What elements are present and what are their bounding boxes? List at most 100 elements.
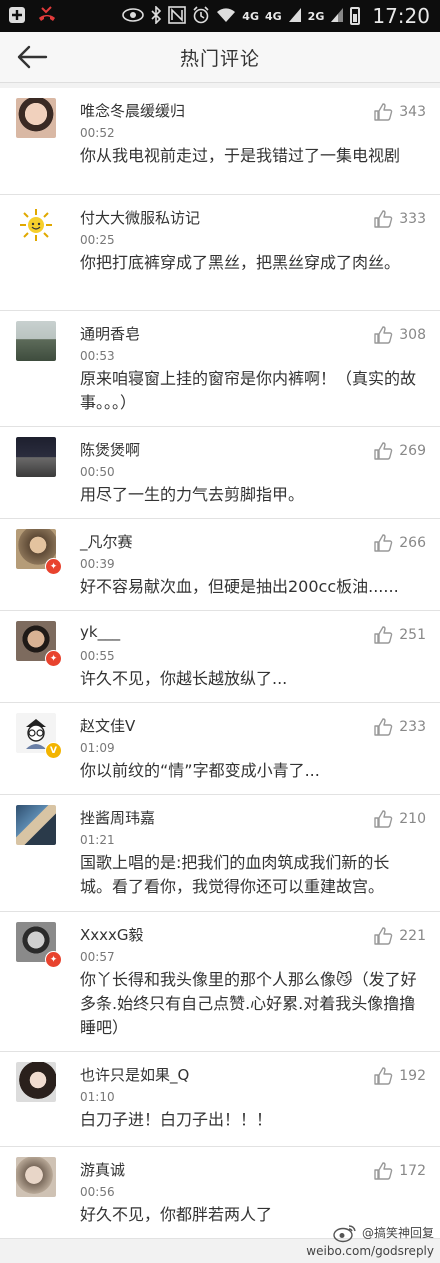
signal-2-icon: [330, 7, 344, 26]
comment-text: 白刀子进！白刀子出！！！: [80, 1110, 273, 1129]
avatar-image: [16, 321, 56, 361]
like-count: 308: [399, 327, 426, 343]
username[interactable]: 付大大微服私访记: [80, 207, 200, 228]
comment-time: 00:55: [80, 649, 115, 663]
thumbs-up-icon: [374, 810, 393, 828]
avatar[interactable]: [16, 205, 56, 245]
username[interactable]: 挫酱周玮嘉: [80, 807, 155, 828]
comment-time: 00:50: [80, 465, 115, 479]
like-button[interactable]: 343: [373, 102, 426, 122]
comment-text: 你从我电视前走过，于是我错过了一集电视剧: [80, 146, 401, 165]
like-button[interactable]: 172: [373, 1161, 426, 1181]
bluetooth-icon: [150, 4, 162, 27]
comment-item: 通明香皂 00:53 原来咱寝窗上挂的窗帘是你内裤啊！（真实的故事。。。） 30…: [0, 311, 440, 427]
like-count: 269: [399, 443, 426, 459]
avatar-image: [16, 805, 56, 845]
weibo-logo-icon: [333, 1225, 356, 1243]
thumbs-up-icon: [374, 442, 393, 460]
signal-icon: [288, 7, 302, 26]
avatar-image: [16, 437, 56, 477]
comment-time: 00:53: [80, 349, 115, 363]
comment-time: 01:09: [80, 741, 115, 755]
wifi-icon: [216, 7, 236, 26]
back-button[interactable]: [14, 40, 50, 74]
like-count: 251: [399, 627, 426, 643]
thumbs-up-icon: [374, 210, 393, 228]
username[interactable]: 游真诚: [80, 1159, 125, 1180]
network-type-1: 4G: [242, 9, 259, 23]
like-count: 192: [399, 1068, 426, 1084]
comment-time: 00:56: [80, 1185, 115, 1199]
thumbs-up-icon: [374, 1162, 393, 1180]
back-arrow-icon: [17, 45, 48, 69]
verified-badge: ✦: [45, 650, 62, 667]
avatar[interactable]: V: [16, 713, 62, 759]
eye-icon: [122, 7, 145, 25]
comment-item: 挫酱周玮嘉 01:21 国歌上唱的是:把我们的血肉筑成我们新的长城。看了看你，我…: [0, 795, 440, 912]
avatar[interactable]: [16, 1062, 56, 1102]
watermark: @搞笑神回复 weibo.com/godsreply: [306, 1223, 434, 1259]
nfc-icon: [168, 5, 187, 27]
like-count: 333: [399, 211, 426, 227]
comment-time: 01:21: [80, 833, 115, 847]
username[interactable]: 通明香皂: [80, 323, 140, 344]
like-count: 210: [399, 811, 426, 827]
like-count: 233: [399, 719, 426, 735]
avatar[interactable]: ✦: [16, 529, 62, 575]
like-button[interactable]: 269: [373, 441, 426, 461]
comment-list: 唯念冬晨缓缓归 00:52 你从我电视前走过，于是我错过了一集电视剧 343 付…: [0, 88, 440, 1239]
avatar[interactable]: [16, 437, 56, 477]
thumbs-up-icon: [374, 718, 393, 736]
comment-item: 付大大微服私访记 00:25 你把打底裤穿成了黑丝，把黑丝穿成了肉丝。 333: [0, 195, 440, 311]
missed-call-icon: [36, 5, 58, 27]
like-button[interactable]: 308: [373, 325, 426, 345]
comment-item: V 赵文佳V 01:09 你以前纹的“情”字都变成小青了... 233: [0, 703, 440, 795]
username[interactable]: yk___: [80, 623, 120, 641]
like-button[interactable]: 251: [373, 625, 426, 645]
username[interactable]: XxxxG毅: [80, 924, 144, 945]
comment-item: 唯念冬晨缓缓归 00:52 你从我电视前走过，于是我错过了一集电视剧 343: [0, 88, 440, 195]
username[interactable]: 陈煲煲啊: [80, 439, 140, 460]
alarm-icon: [192, 5, 210, 27]
network-type-2: 4G: [264, 9, 282, 23]
avatar[interactable]: [16, 321, 56, 361]
avatar-image: [16, 205, 56, 245]
battery-icon: [350, 7, 361, 25]
comment-item: ✦ XxxxG毅 00:57 你丫长得和我头像里的那个人那么像😼（发了好多条.始…: [0, 912, 440, 1052]
comment-text: 国歌上唱的是:把我们的血肉筑成我们新的长城。看了看你，我觉得你还可以重建故宫。: [80, 853, 390, 896]
username[interactable]: 也许只是如果_Q: [80, 1064, 189, 1085]
avatar[interactable]: ✦: [16, 922, 62, 968]
avatar-image: [16, 1062, 56, 1102]
comment-text: 你把打底裤穿成了黑丝，把黑丝穿成了肉丝。: [80, 253, 401, 272]
verified-badge: ✦: [45, 951, 62, 968]
like-button[interactable]: 221: [373, 926, 426, 946]
thumbs-up-icon: [374, 103, 393, 121]
username[interactable]: 赵文佳V: [80, 715, 135, 736]
comment-text: 用尽了一生的力气去剪脚指甲。: [80, 485, 305, 504]
avatar[interactable]: [16, 98, 56, 138]
comment-time: 00:52: [80, 126, 115, 140]
avatar[interactable]: ✦: [16, 621, 62, 667]
comment-time: 00:57: [80, 950, 115, 964]
like-button[interactable]: 233: [373, 717, 426, 737]
username[interactable]: _凡尔赛: [80, 531, 133, 552]
avatar[interactable]: [16, 805, 56, 845]
watermark-url: weibo.com/godsreply: [306, 1244, 434, 1258]
comment-time: 00:39: [80, 557, 115, 571]
like-button[interactable]: 266: [373, 533, 426, 553]
thumbs-up-icon: [374, 626, 393, 644]
thumbs-up-icon: [374, 1067, 393, 1085]
like-button[interactable]: 333: [373, 209, 426, 229]
add-notification-icon: [8, 6, 26, 27]
page-title: 热门评论: [179, 47, 260, 70]
avatar-image: [16, 1157, 56, 1197]
like-button[interactable]: 210: [373, 809, 426, 829]
comment-text: 你丫长得和我头像里的那个人那么像😼（发了好多条.始终只有自己点赞.心好累.对着我…: [80, 970, 417, 1037]
verified-v-badge: V: [45, 742, 62, 759]
like-button[interactable]: 192: [373, 1066, 426, 1086]
like-count: 343: [399, 104, 426, 120]
username[interactable]: 唯念冬晨缓缓归: [80, 100, 185, 121]
avatar[interactable]: [16, 1157, 56, 1197]
like-count: 221: [399, 928, 426, 944]
comment-item: 陈煲煲啊 00:50 用尽了一生的力气去剪脚指甲。 269: [0, 427, 440, 519]
